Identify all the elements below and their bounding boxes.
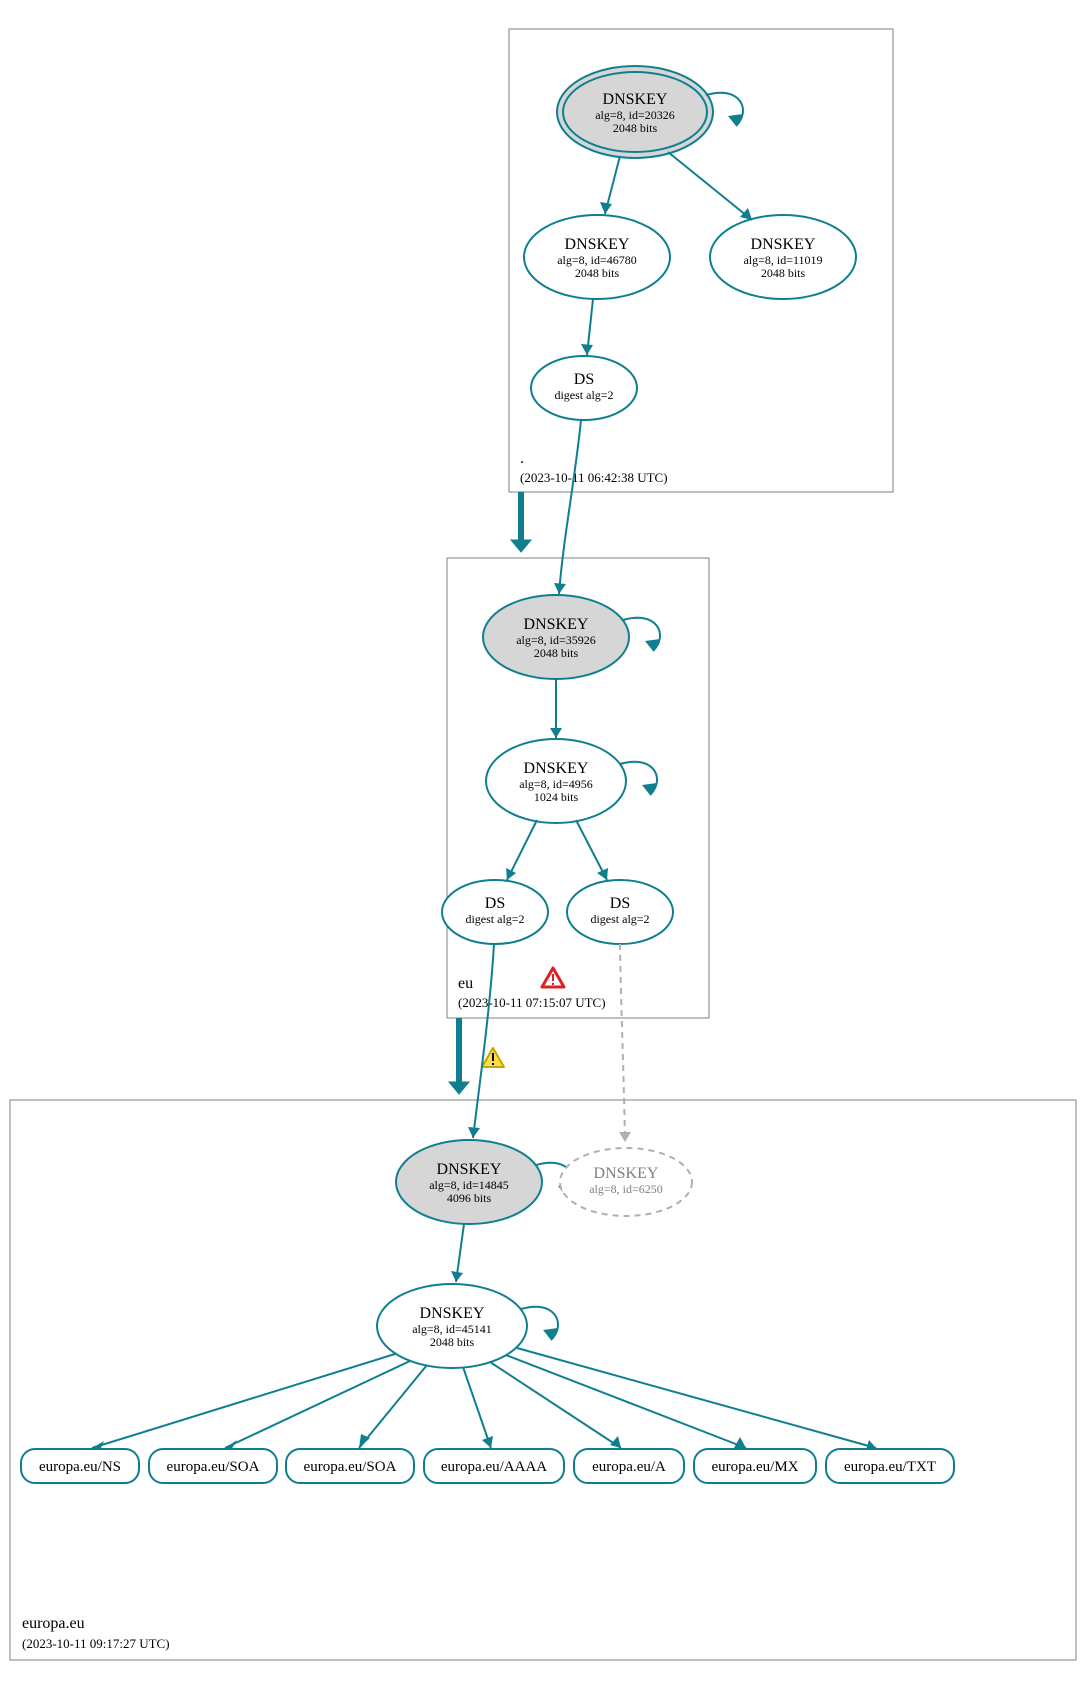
rrset-1: europa.eu/SOA (167, 1459, 260, 1475)
edge-root-ksk-zsk2 (668, 152, 752, 220)
node-root-ds: DS digest alg=2 (531, 356, 637, 420)
svg-text:DS: DS (485, 895, 505, 912)
node-eu-ds1: DS digest alg=2 (442, 880, 548, 944)
dnssec-graph: . (2023-10-11 06:42:38 UTC) DNSKEY alg=8… (0, 0, 1088, 1694)
rrset-3: europa.eu/AAAA (441, 1459, 547, 1475)
node-europa-zsk: DNSKEY alg=8, id=45141 2048 bits (377, 1284, 527, 1368)
svg-text:1024 bits: 1024 bits (534, 790, 579, 804)
zone-europa-box (10, 1100, 1076, 1660)
svg-text:2048 bits: 2048 bits (613, 121, 658, 135)
svg-text:DNSKEY: DNSKEY (751, 236, 816, 253)
svg-text:digest alg=2: digest alg=2 (465, 912, 524, 926)
svg-text:digest alg=2: digest alg=2 (554, 388, 613, 402)
svg-text:DS: DS (610, 895, 630, 912)
svg-text:DNSKEY: DNSKEY (524, 760, 589, 777)
svg-text:2048 bits: 2048 bits (761, 266, 806, 280)
svg-text:alg=8, id=4956: alg=8, id=4956 (519, 777, 593, 791)
svg-text:digest alg=2: digest alg=2 (590, 912, 649, 926)
svg-text:DNSKEY: DNSKEY (420, 1305, 485, 1322)
svg-text:alg=8, id=11019: alg=8, id=11019 (743, 253, 822, 267)
node-eu-ksk: DNSKEY alg=8, id=35926 2048 bits (483, 595, 629, 679)
zone-eu-label: eu (458, 975, 473, 992)
edge-eu-ds1-eur-ksk (473, 944, 494, 1138)
svg-text:DNSKEY: DNSKEY (565, 236, 630, 253)
edge-eu-ds2-eur-ghost (620, 944, 625, 1142)
svg-text:alg=8, id=35926: alg=8, id=35926 (516, 633, 596, 647)
rrset-group: europa.eu/NS europa.eu/SOA europa.eu/SOA… (21, 1449, 954, 1483)
svg-text:2048 bits: 2048 bits (534, 646, 579, 660)
node-root-ksk: DNSKEY alg=8, id=20326 2048 bits (557, 66, 713, 158)
svg-text:2048 bits: 2048 bits (575, 266, 620, 280)
rrset-6: europa.eu/TXT (844, 1459, 936, 1475)
zone-europa-label: europa.eu (22, 1615, 85, 1632)
rrset-4: europa.eu/A (592, 1459, 666, 1475)
svg-text:DNSKEY: DNSKEY (524, 616, 589, 633)
edge-root-ds-eu-ksk (559, 420, 581, 594)
node-root-zsk1: DNSKEY alg=8, id=46780 2048 bits (524, 215, 670, 299)
node-eu-ds2: DS digest alg=2 (567, 880, 673, 944)
warning-icon (542, 968, 564, 987)
svg-text:2048 bits: 2048 bits (430, 1335, 475, 1349)
node-europa-ghost: DNSKEY alg=8, id=6250 (560, 1148, 692, 1216)
zone-eu-timestamp: (2023-10-11 07:15:07 UTC) (458, 995, 606, 1010)
caution-icon (482, 1048, 504, 1067)
svg-text:alg=8, id=14845: alg=8, id=14845 (429, 1178, 509, 1192)
svg-text:DS: DS (574, 371, 594, 388)
svg-text:alg=8, id=45141: alg=8, id=45141 (412, 1322, 492, 1336)
rrset-0: europa.eu/NS (39, 1459, 121, 1475)
svg-text:DNSKEY: DNSKEY (594, 1165, 659, 1182)
zone-root-label: . (520, 450, 524, 467)
node-root-zsk2: DNSKEY alg=8, id=11019 2048 bits (710, 215, 856, 299)
svg-text:4096 bits: 4096 bits (447, 1191, 492, 1205)
svg-text:DNSKEY: DNSKEY (437, 1161, 502, 1178)
rrset-2: europa.eu/SOA (304, 1459, 397, 1475)
svg-text:alg=8, id=6250: alg=8, id=6250 (589, 1182, 663, 1196)
rrset-5: europa.eu/MX (711, 1459, 798, 1475)
svg-text:DNSKEY: DNSKEY (603, 91, 668, 108)
zone-europa-timestamp: (2023-10-11 09:17:27 UTC) (22, 1636, 170, 1651)
zone-root-timestamp: (2023-10-11 06:42:38 UTC) (520, 470, 668, 485)
svg-text:alg=8, id=20326: alg=8, id=20326 (595, 108, 675, 122)
node-europa-ksk: DNSKEY alg=8, id=14845 4096 bits (396, 1140, 542, 1224)
svg-text:alg=8, id=46780: alg=8, id=46780 (557, 253, 637, 267)
node-eu-zsk: DNSKEY alg=8, id=4956 1024 bits (486, 739, 626, 823)
